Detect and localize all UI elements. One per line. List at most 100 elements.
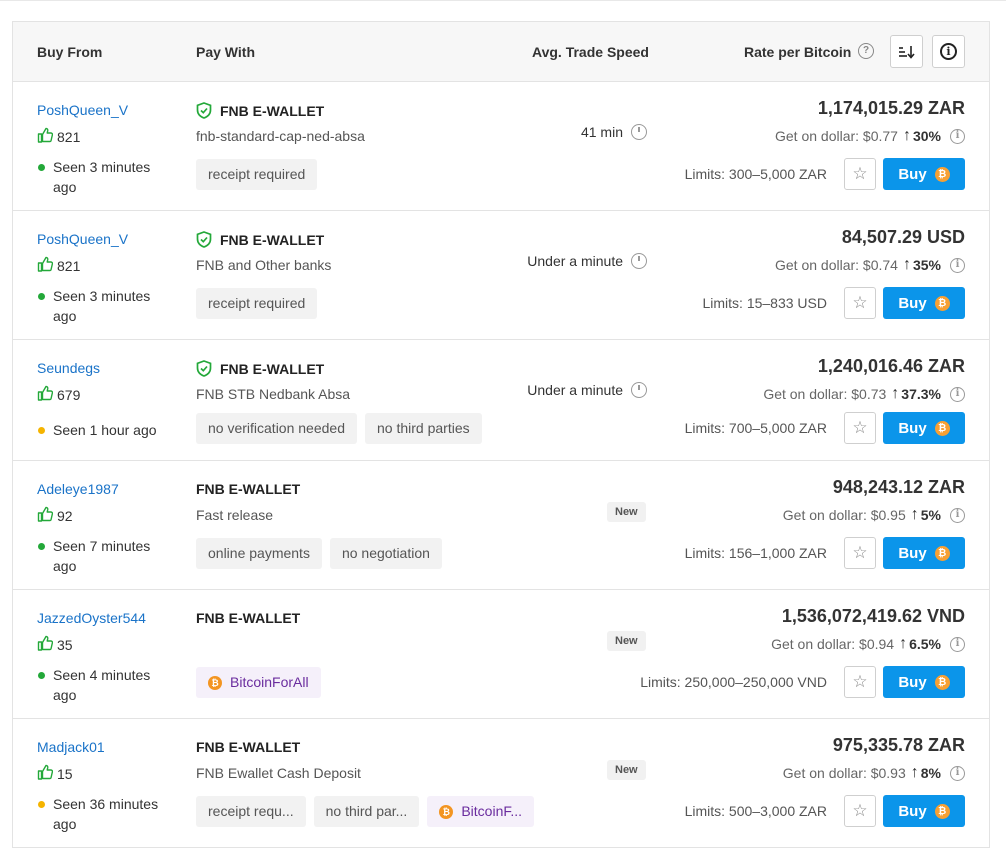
price: 975,335.78 ZAR [832, 735, 965, 755]
payment-method-name: FNB E-WALLET [196, 610, 301, 626]
dollar-rate-text: Get on dollar: $0.77 [774, 128, 898, 144]
buy-button[interactable]: Buy ₿ [883, 287, 965, 319]
last-seen-text: Seen 3 minutes ago [53, 159, 151, 195]
shield-check-icon [196, 360, 212, 377]
clock-icon [631, 382, 647, 398]
buy-button[interactable]: Buy ₿ [883, 158, 965, 190]
info-icon[interactable]: i [950, 765, 965, 781]
feedback-score: 821 [37, 256, 80, 275]
favorite-button[interactable]: ☆ [844, 537, 876, 569]
trade-limits: Limits: 15–833 USD [702, 295, 827, 311]
favorite-button[interactable]: ☆ [844, 795, 876, 827]
last-seen-text: Seen 3 minutes ago [53, 288, 151, 324]
payment-method: FNB E-WALLET [196, 360, 324, 377]
help-icon[interactable]: ? [858, 43, 874, 59]
buy-label: Buy [898, 294, 927, 312]
thumbs-up-icon [37, 764, 54, 783]
col-avg-trade-speed: Avg. Trade Speed [532, 44, 649, 60]
buy-label: Buy [898, 673, 927, 691]
buy-button[interactable]: Buy ₿ [883, 795, 965, 827]
payment-description: FNB and Other banks [196, 257, 332, 273]
payment-description: FNB Ewallet Cash Deposit [196, 765, 361, 781]
col-pay-with: Pay With [196, 44, 255, 60]
star-icon: ☆ [852, 672, 868, 691]
bitcoin-icon: ₿ [934, 295, 950, 311]
thumbs-up-icon [37, 256, 54, 275]
price: 1,240,016.46 ZAR [817, 356, 965, 376]
last-seen-text: Seen 4 minutes ago [53, 667, 151, 703]
premium-value: 35% [912, 257, 941, 273]
bitcoin-tag-label: BitcoinForAll [230, 674, 309, 690]
sort-button[interactable] [890, 35, 923, 68]
trade-speed-text: 41 min [580, 124, 623, 140]
payment-method: FNB E-WALLET [196, 739, 300, 755]
dollar-rate: Get on dollar: $0.94 ↑ 6.5% i [771, 635, 965, 653]
price: 84,507.29 USD [841, 227, 965, 247]
info-icon[interactable]: i [950, 386, 965, 402]
feedback-count: 821 [57, 257, 81, 274]
buy-button[interactable]: Buy ₿ [883, 537, 965, 569]
feedback-score: 35 [37, 635, 73, 654]
seller-link[interactable]: Seundegs [37, 360, 100, 376]
bitcoin-tag[interactable]: ₿ BitcoinForAll [196, 667, 321, 698]
table-row: JazzedOyster544 35 Seen 4 minutes ago FNB E… [13, 590, 989, 719]
favorite-button[interactable]: ☆ [844, 412, 876, 444]
bitcoin-icon: ₿ [439, 804, 454, 819]
payment-method-name: FNB E-WALLET [220, 360, 325, 377]
payment-method: FNB E-WALLET [196, 102, 324, 119]
dollar-rate-text: Get on dollar: $0.93 [782, 765, 906, 781]
buy-label: Buy [898, 165, 927, 183]
buy-button[interactable]: Buy ₿ [883, 412, 965, 444]
info-button[interactable]: i [932, 35, 965, 68]
bitcoin-tag[interactable]: ₿ BitcoinF... [427, 796, 535, 827]
info-icon: i [940, 43, 957, 60]
offer-tags: ₿ BitcoinForAll [196, 667, 321, 698]
info-icon[interactable]: i [950, 257, 965, 273]
seller-link[interactable]: Madjack01 [37, 739, 105, 755]
dollar-rate: Get on dollar: $0.74 ↑ 35% i [775, 256, 965, 274]
favorite-button[interactable]: ☆ [844, 666, 876, 698]
status-dot [38, 164, 45, 171]
info-icon[interactable]: i [950, 507, 965, 523]
offers-list: PoshQueen_V 821 Seen 3 minutes ago FNB E-WA… [13, 82, 989, 848]
new-badge: New [607, 502, 646, 522]
status-dot [38, 801, 45, 808]
arrow-up-icon: ↑ [899, 635, 908, 652]
premium-value: 30% [912, 128, 941, 144]
feedback-count: 821 [57, 128, 81, 145]
seller-link[interactable]: PoshQueen_V [37, 231, 128, 247]
favorite-button[interactable]: ☆ [844, 287, 876, 319]
premium-value: 6.5% [909, 636, 941, 652]
info-icon[interactable]: i [950, 128, 965, 144]
trade-speed-text: Under a minute [527, 382, 623, 398]
trade-limits: Limits: 300–5,000 ZAR [684, 166, 827, 182]
offer-tag: receipt requ... [196, 796, 306, 827]
star-icon: ☆ [852, 164, 868, 183]
col-rate-per-bitcoin[interactable]: Rate per Bitcoin [744, 44, 851, 60]
thumbs-up-icon [37, 385, 54, 404]
seller-link[interactable]: PoshQueen_V [37, 102, 128, 118]
seller-link[interactable]: JazzedOyster544 [37, 610, 146, 626]
offer-tag: no third parties [365, 413, 482, 444]
payment-method-name: FNB E-WALLET [196, 481, 301, 497]
trade-limits: Limits: 700–5,000 ZAR [684, 420, 827, 436]
table-row: PoshQueen_V 821 Seen 3 minutes ago FNB E-WA… [13, 82, 989, 211]
table-header: Buy From Pay With Avg. Trade Speed Rate … [13, 22, 989, 82]
offer-tag: receipt required [196, 159, 318, 190]
clock-icon [631, 253, 647, 269]
new-badge: New [607, 631, 646, 651]
last-seen-text: Seen 7 minutes ago [53, 538, 151, 574]
favorite-button[interactable]: ☆ [844, 158, 876, 190]
offer-tag: no third par... [313, 796, 420, 827]
trade-limits: Limits: 156–1,000 ZAR [684, 545, 827, 561]
premium-value: 5% [920, 507, 941, 523]
offer-tag: no negotiation [329, 538, 442, 569]
seller-link[interactable]: Adeleye1987 [37, 481, 119, 497]
premium-value: 37.3% [901, 386, 941, 402]
dollar-rate-text: Get on dollar: $0.94 [771, 636, 895, 652]
info-icon[interactable]: i [950, 636, 965, 652]
price: 948,243.12 ZAR [832, 477, 965, 497]
buy-button[interactable]: Buy ₿ [883, 666, 965, 698]
offer-tags: receipt required [196, 159, 318, 190]
last-seen: Seen 36 minutes ago [37, 794, 167, 834]
